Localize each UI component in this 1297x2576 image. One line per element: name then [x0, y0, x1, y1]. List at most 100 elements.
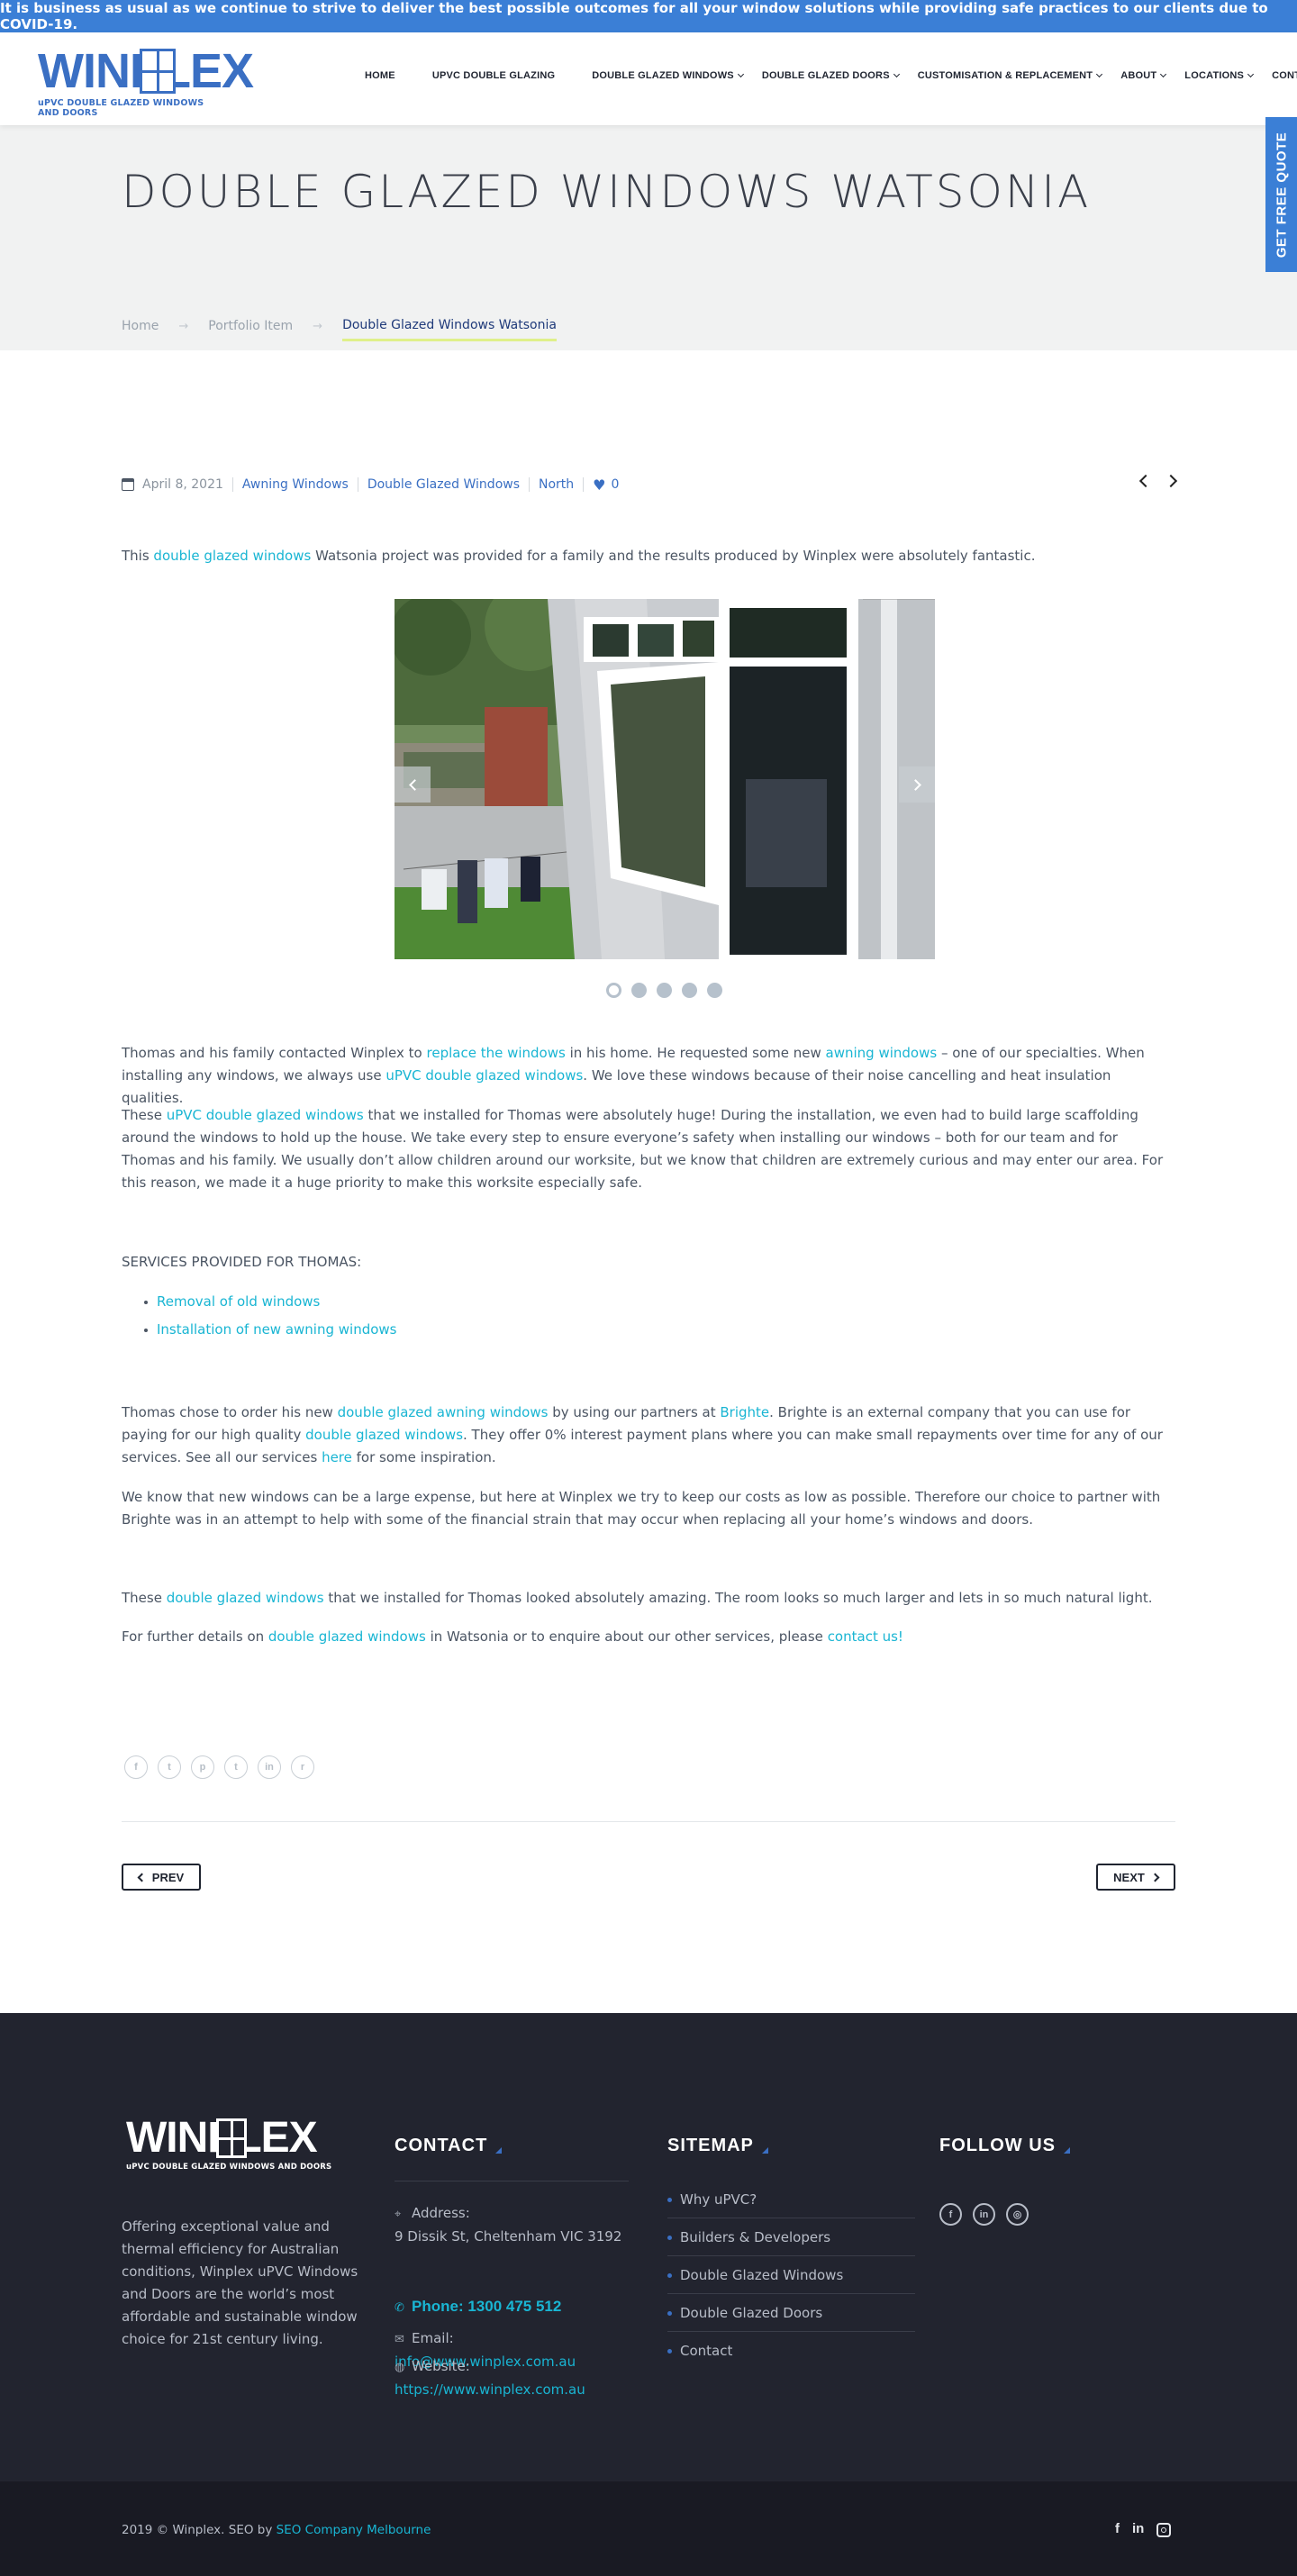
- link-replace-the-windows[interactable]: replace the windows: [427, 1045, 566, 1061]
- nav-label: ABOUT: [1120, 70, 1157, 81]
- services-list: Removal of old windows Installation of n…: [144, 1288, 397, 1344]
- nav-label: DOUBLE GLAZED DOORS: [761, 70, 890, 81]
- seo-company-link[interactable]: SEO Company Melbourne: [277, 2523, 431, 2537]
- footer-sitemap-column: SITEMAP Why uPVC? Builders & Developers …: [667, 2136, 915, 2370]
- linkedin-icon[interactable]: in: [1132, 2521, 1144, 2537]
- footer-heading: CONTACT: [395, 2136, 629, 2156]
- link-here[interactable]: here: [322, 1449, 352, 1465]
- link-brighte[interactable]: Brighte: [720, 1404, 769, 1420]
- chevron-down-icon: [1247, 70, 1255, 78]
- email-label: Email:: [412, 2330, 454, 2346]
- phone-value[interactable]: Phone: 1300 475 512: [412, 2298, 561, 2315]
- meta-divider: [583, 477, 585, 492]
- text-run: These: [122, 1590, 167, 1606]
- sitemap-item[interactable]: Double Glazed Doors: [667, 2294, 915, 2332]
- page-title-band: DOUBLE GLAZED WINDOWS WATSONIA Home → Po…: [0, 125, 1297, 350]
- site-logo[interactable]: WINPLEX uPVC DOUBLE GLAZED WINDOWS AND D…: [38, 47, 254, 118]
- slider-dot[interactable]: [657, 983, 672, 998]
- category-awning-windows[interactable]: Awning Windows: [242, 477, 349, 492]
- phone-icon: ✆: [395, 2301, 404, 2315]
- instagram-icon[interactable]: [1156, 2523, 1172, 2537]
- link-removal-of-old-windows[interactable]: Removal of old windows: [157, 1293, 320, 1310]
- link-double-glazed-windows[interactable]: double glazed windows: [268, 1628, 426, 1645]
- covid-notice-bar: It is business as usual as we continue t…: [0, 0, 1297, 32]
- next-post-button[interactable]: NEXT: [1096, 1864, 1175, 1891]
- linkedin-icon[interactable]: in: [258, 1755, 281, 1779]
- category-double-glazed-windows[interactable]: Double Glazed Windows: [367, 477, 520, 492]
- next-label: NEXT: [1113, 1870, 1145, 1884]
- text-run: Thomas chose to order his new: [122, 1404, 338, 1420]
- twitter-icon[interactable]: t: [158, 1755, 181, 1779]
- nav-label: CONTACT US: [1272, 70, 1297, 81]
- chevron-right-icon[interactable]: [1164, 474, 1178, 488]
- slider-dot[interactable]: [682, 983, 697, 998]
- instagram-icon[interactable]: ◎: [1006, 2203, 1029, 2226]
- logo-tagline: uPVC DOUBLE GLAZED WINDOWS AND DOORS: [38, 98, 204, 118]
- text-run: These: [122, 1107, 167, 1123]
- nav-contact-us[interactable]: CONTACT US: [1272, 70, 1297, 81]
- nav-locations[interactable]: LOCATIONS: [1184, 70, 1255, 81]
- footer-logo[interactable]: WINPLEX uPVC DOUBLE GLAZED WINDOWS AND D…: [126, 2117, 331, 2172]
- sitemap-item[interactable]: Contact: [667, 2332, 915, 2370]
- link-double-glazed-windows[interactable]: double glazed windows: [167, 1590, 324, 1606]
- meta-divider: [529, 477, 530, 492]
- project-image-slider[interactable]: [395, 599, 935, 959]
- logo-wordmark: WINPLEX: [38, 47, 254, 95]
- sitemap-item[interactable]: Double Glazed Windows: [667, 2256, 915, 2294]
- list-item: Installation of new awning windows: [144, 1316, 397, 1344]
- slider-dot[interactable]: [606, 983, 621, 998]
- footer-social-icons: f in ◎: [939, 2203, 1070, 2226]
- pinterest-icon[interactable]: p: [191, 1755, 214, 1779]
- link-upvc-double-glazed-windows[interactable]: uPVC double glazed windows: [167, 1107, 364, 1123]
- text-run: For further details on: [122, 1628, 268, 1645]
- prev-post-button[interactable]: PREV: [122, 1864, 201, 1891]
- link-contact-us[interactable]: contact us!: [828, 1628, 903, 1645]
- nav-double-glazed-doors[interactable]: DOUBLE GLAZED DOORS: [761, 70, 900, 81]
- contact-phone[interactable]: ✆ Phone: 1300 475 512: [395, 2295, 561, 2319]
- nav-about[interactable]: ABOUT: [1120, 70, 1167, 81]
- nav-home[interactable]: HOME: [365, 70, 395, 81]
- address-label: Address:: [412, 2205, 470, 2221]
- chevron-left-icon: [408, 778, 421, 791]
- heart-icon[interactable]: ♥: [593, 476, 605, 494]
- chevron-left-icon[interactable]: [1138, 474, 1153, 488]
- sitemap-item[interactable]: Builders & Developers: [667, 2218, 915, 2256]
- nav-customisation-replacement[interactable]: CUSTOMISATION & REPLACEMENT: [918, 70, 1103, 81]
- nav-double-glazed-windows[interactable]: DOUBLE GLAZED WINDOWS: [592, 70, 744, 81]
- sitemap-item[interactable]: Why uPVC?: [667, 2181, 915, 2218]
- category-north[interactable]: North: [539, 477, 574, 492]
- post-meta: April 8, 2021 Awning Windows Double Glaz…: [122, 474, 1178, 494]
- get-free-quote-tab[interactable]: GET FREE QUOTE: [1265, 117, 1297, 272]
- facebook-icon[interactable]: f: [1115, 2521, 1120, 2537]
- link-double-glazed-windows[interactable]: double glazed windows: [153, 548, 311, 564]
- breadcrumb-home[interactable]: Home: [122, 319, 159, 333]
- website-link[interactable]: https://www.winplex.com.au: [395, 2381, 585, 2398]
- nav-upvc-double-glazing[interactable]: UPVC DOUBLE GLAZING: [432, 70, 555, 81]
- slider-dot[interactable]: [631, 983, 647, 998]
- slider-prev-button[interactable]: [395, 766, 431, 803]
- house-windows-photo: [395, 599, 935, 959]
- copyright: 2019 © Winplex. SEO by SEO Company Melbo…: [122, 2523, 431, 2537]
- facebook-icon[interactable]: f: [124, 1755, 148, 1779]
- footer-contact-column: CONTACT ⌖ Address: 9 Dissik St, Cheltenha…: [395, 2136, 629, 2398]
- reddit-icon[interactable]: r: [291, 1755, 314, 1779]
- slider-next-button[interactable]: [899, 766, 935, 803]
- breadcrumb: Home → Portfolio Item → Double Glazed Wi…: [122, 314, 557, 341]
- link-double-glazed-windows[interactable]: double glazed windows: [305, 1427, 463, 1443]
- facebook-icon[interactable]: f: [939, 2203, 962, 2226]
- chevron-down-icon: [737, 70, 744, 78]
- slider-dot[interactable]: [707, 983, 722, 998]
- footer-about-text: Offering exceptional value and thermal e…: [122, 2218, 358, 2347]
- tumblr-icon[interactable]: t: [224, 1755, 248, 1779]
- linkedin-icon[interactable]: in: [973, 2203, 995, 2226]
- link-installation-of-new-awning-windows[interactable]: Installation of new awning windows: [157, 1321, 397, 1338]
- body-paragraph: Thomas chose to order his new double gla…: [122, 1401, 1175, 1469]
- link-awning-windows[interactable]: awning windows: [826, 1045, 938, 1061]
- text-run: for some inspiration.: [351, 1449, 496, 1465]
- sitemap-list: Why uPVC? Builders & Developers Double G…: [667, 2181, 915, 2370]
- breadcrumb-portfolio-item[interactable]: Portfolio Item: [208, 319, 293, 333]
- link-upvc-double-glazed-windows[interactable]: uPVC double glazed windows: [385, 1067, 583, 1084]
- breadcrumb-current: Double Glazed Windows Watsonia: [342, 318, 557, 341]
- link-double-glazed-awning-windows[interactable]: double glazed awning windows: [338, 1404, 549, 1420]
- triangle-accent-icon: [1063, 2147, 1070, 2154]
